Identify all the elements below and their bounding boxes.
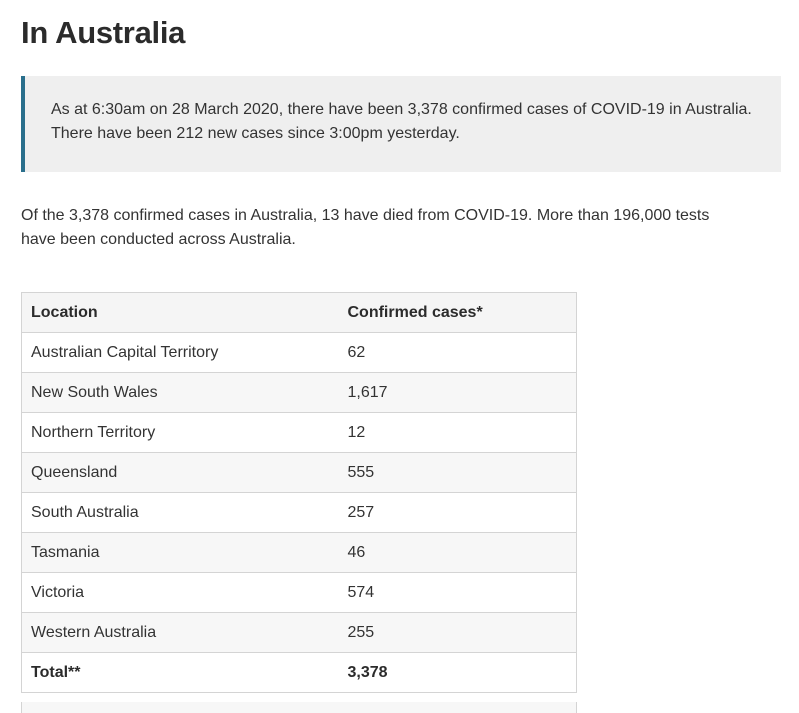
table-header-row: Location Confirmed cases*: [21, 292, 577, 333]
summary-callout-text: As at 6:30am on 28 March 2020, there hav…: [51, 101, 752, 142]
cases-table: Location Confirmed cases* Australian Cap…: [21, 292, 577, 693]
total-label: Total**: [21, 652, 339, 693]
table-total-row: Total** 3,378: [21, 652, 577, 693]
row-cases: 62: [338, 332, 577, 373]
row-location: Western Australia: [21, 612, 339, 653]
table-row: Western Australia 255: [21, 612, 577, 653]
table-next-row-partial: [21, 702, 577, 713]
table-row: Australian Capital Territory 62: [21, 332, 577, 373]
column-header-location: Location: [21, 292, 339, 333]
table-row: Victoria 574: [21, 572, 577, 613]
page-title: In Australia: [21, 15, 186, 50]
table-row: Tasmania 46: [21, 532, 577, 573]
row-location: Australian Capital Territory: [21, 332, 339, 373]
column-header-confirmed-cases: Confirmed cases*: [338, 292, 577, 333]
summary-callout: As at 6:30am on 28 March 2020, there hav…: [21, 76, 781, 172]
row-location: Northern Territory: [21, 412, 339, 453]
table-row: New South Wales 1,617: [21, 372, 577, 413]
row-location: Victoria: [21, 572, 339, 613]
row-location: Tasmania: [21, 532, 339, 573]
row-cases: 255: [338, 612, 577, 653]
intro-paragraph: Of the 3,378 confirmed cases in Australi…: [21, 207, 710, 248]
row-cases: 574: [338, 572, 577, 613]
row-cases: 46: [338, 532, 577, 573]
row-location: Queensland: [21, 452, 339, 493]
total-cases: 3,378: [338, 652, 577, 693]
row-cases: 555: [338, 452, 577, 493]
row-cases: 257: [338, 492, 577, 533]
table-row: South Australia 257: [21, 492, 577, 533]
table-row: Queensland 555: [21, 452, 577, 493]
table-row: Northern Territory 12: [21, 412, 577, 453]
row-location: South Australia: [21, 492, 339, 533]
row-cases: 12: [338, 412, 577, 453]
row-cases: 1,617: [338, 372, 577, 413]
row-location: New South Wales: [21, 372, 339, 413]
